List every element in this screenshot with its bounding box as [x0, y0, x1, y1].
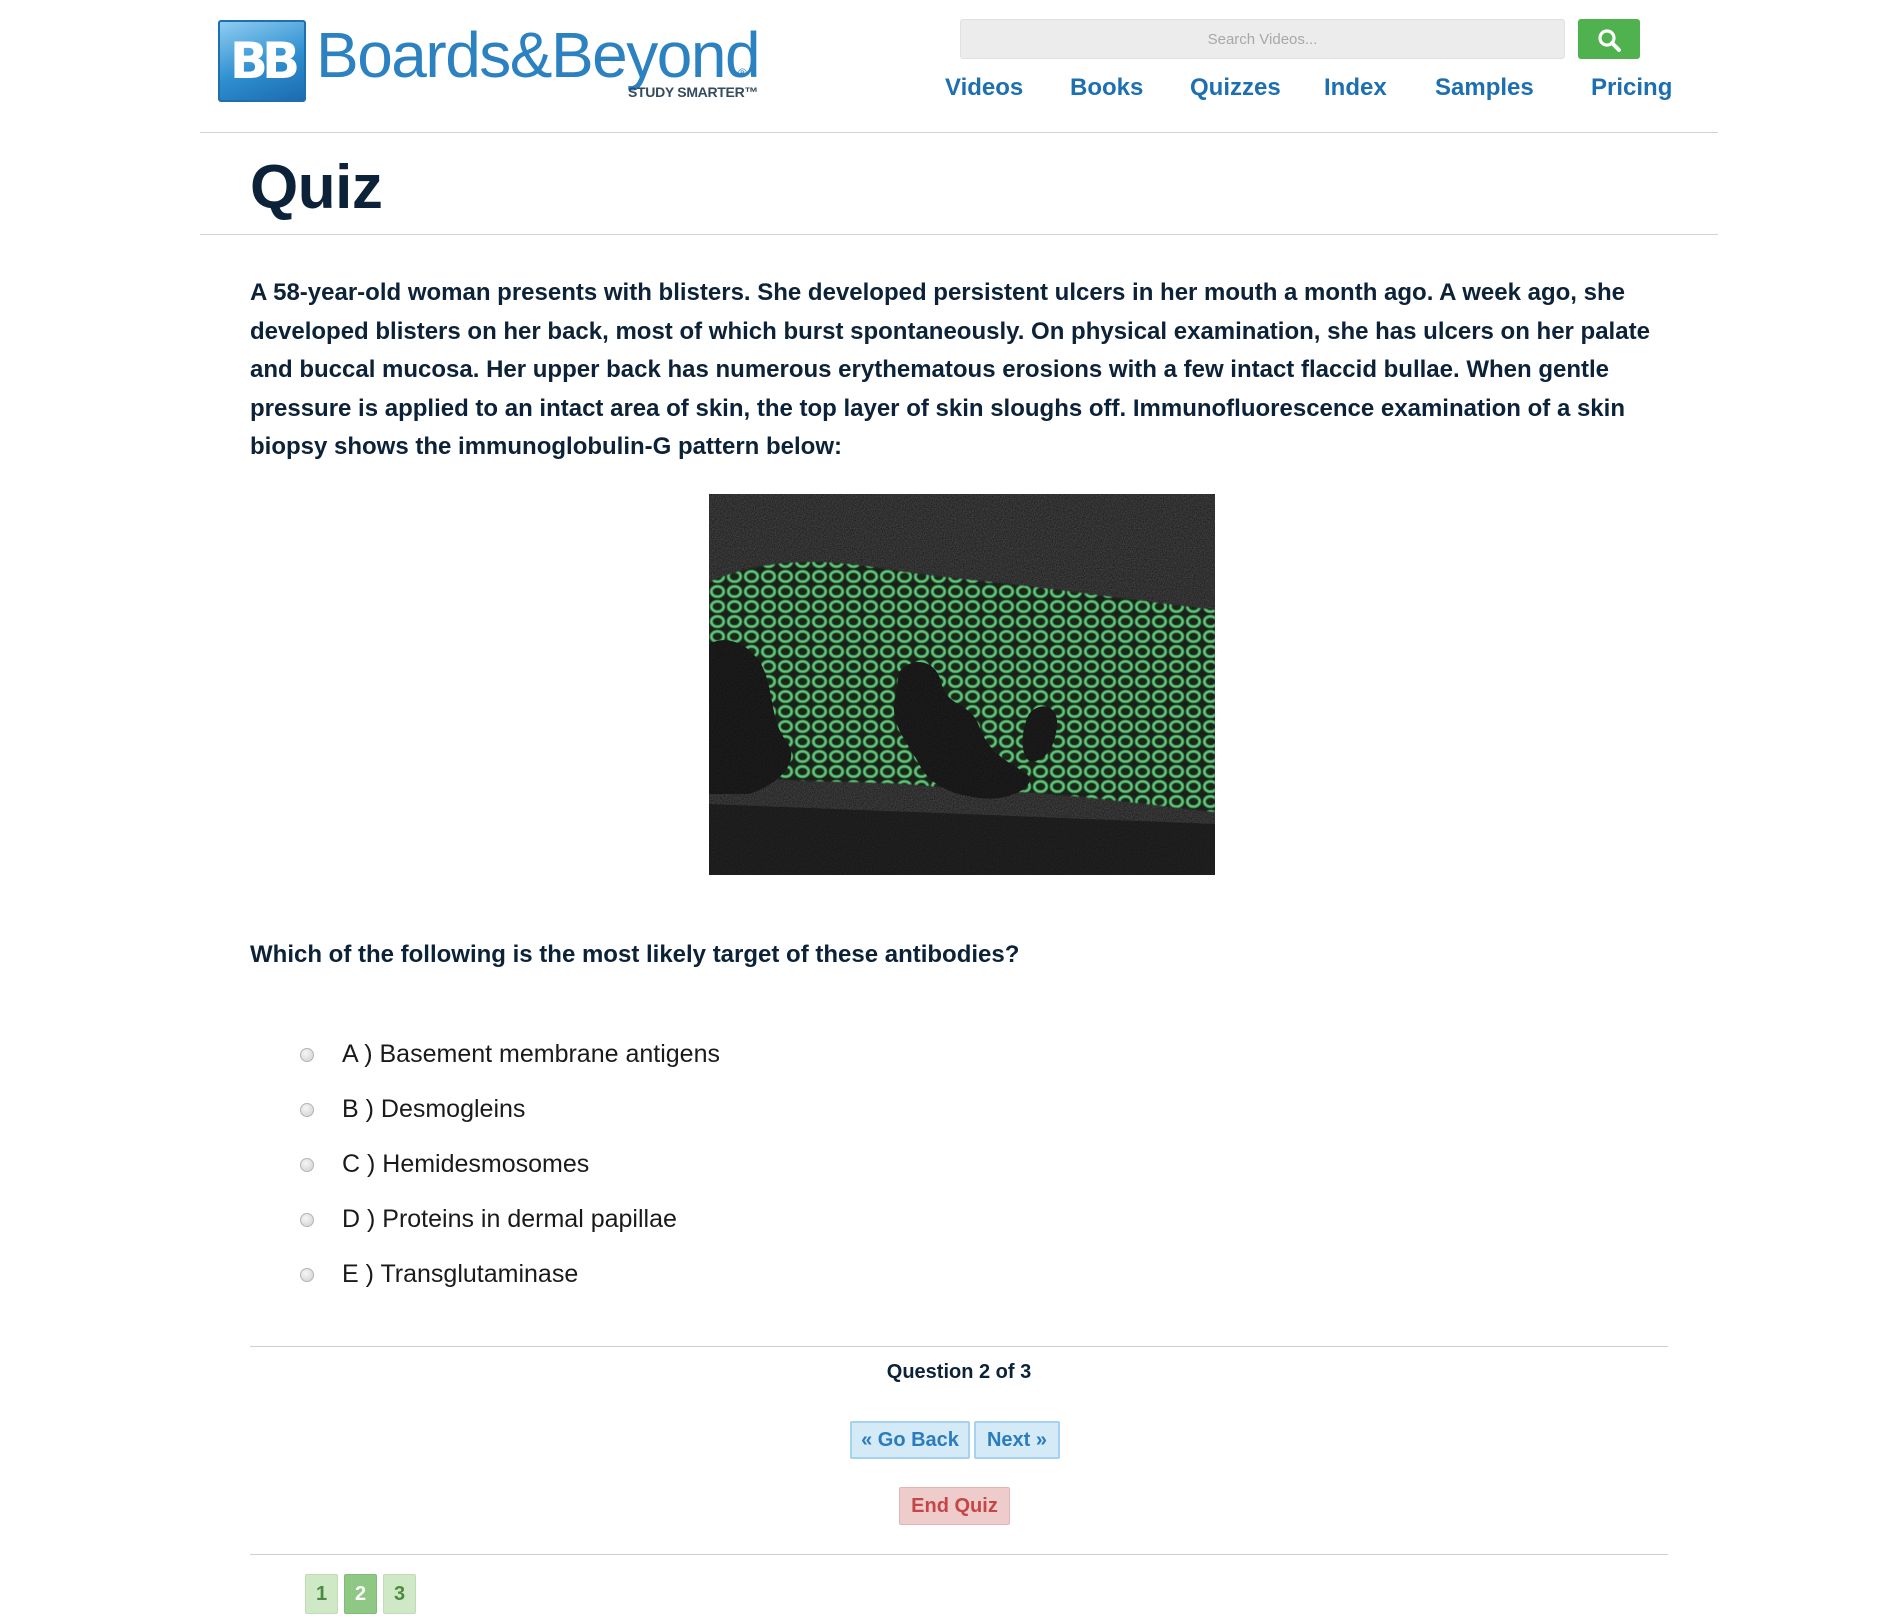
go-back-button[interactable]: « Go Back — [850, 1421, 970, 1459]
search-button[interactable] — [1578, 19, 1640, 59]
header-divider — [200, 132, 1718, 133]
search-input[interactable]: Search Videos... — [960, 19, 1565, 59]
next-button[interactable]: Next » — [974, 1421, 1060, 1459]
answer-option-label: B ) Desmogleins — [342, 1095, 526, 1123]
nav-quizzes[interactable]: Quizzes — [1190, 74, 1281, 102]
answer-option-a[interactable]: A ) Basement membrane antigens — [300, 1040, 1200, 1074]
answer-option-c[interactable]: C ) Hemidesmosomes — [300, 1150, 1200, 1184]
nav-samples[interactable]: Samples — [1435, 74, 1534, 102]
nav-videos[interactable]: Videos — [945, 74, 1023, 102]
end-quiz-button[interactable]: End Quiz — [899, 1487, 1010, 1525]
page-title: Quiz — [250, 153, 383, 222]
title-divider — [200, 234, 1718, 235]
page-button-3[interactable]: 3 — [383, 1574, 416, 1614]
page-button-2[interactable]: 2 — [344, 1574, 377, 1614]
nav-books[interactable]: Books — [1070, 74, 1143, 102]
pagination-divider — [250, 1554, 1668, 1555]
question-prompt: Which of the following is the most likel… — [250, 941, 1020, 968]
radio-button[interactable] — [300, 1048, 314, 1062]
page-button-1[interactable]: 1 — [305, 1574, 338, 1614]
main-nav: Videos Books Quizzes Index Samples Prici… — [200, 74, 1718, 108]
question-stem: A 58-year-old woman presents with bliste… — [250, 279, 1650, 460]
answer-option-label: D ) Proteins in dermal papillae — [342, 1205, 677, 1233]
answer-option-d[interactable]: D ) Proteins in dermal papillae — [300, 1205, 1200, 1239]
answer-option-b[interactable]: B ) Desmogleins — [300, 1095, 1200, 1129]
nav-index[interactable]: Index — [1324, 74, 1387, 102]
radio-button[interactable] — [300, 1213, 314, 1227]
options-divider — [250, 1346, 1668, 1347]
answer-option-label: E ) Transglutaminase — [342, 1260, 579, 1288]
radio-button[interactable] — [300, 1268, 314, 1282]
question-counter: Question 2 of 3 — [886, 1361, 1032, 1383]
search-icon — [1598, 29, 1621, 52]
radio-button[interactable] — [300, 1158, 314, 1172]
nav-pricing[interactable]: Pricing — [1591, 74, 1672, 102]
answer-option-label: C ) Hemidesmosomes — [342, 1150, 590, 1178]
immunofluorescence-image — [709, 494, 1215, 875]
answer-option-e[interactable]: E ) Transglutaminase — [300, 1260, 1200, 1294]
answer-option-label: A ) Basement membrane antigens — [342, 1040, 720, 1068]
page: BB Boards&Beyond ® STUDY SMARTER™ Search… — [200, 0, 1718, 1618]
radio-button[interactable] — [300, 1103, 314, 1117]
